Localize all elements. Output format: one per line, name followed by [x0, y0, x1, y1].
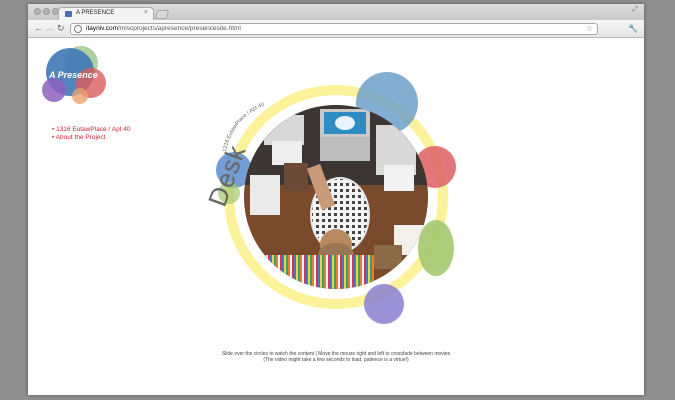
instructions-line-2: (The video might take a few seconds to l… [263, 357, 409, 363]
globe-icon [74, 25, 82, 33]
tab-bar: A PRESENCE × ⤢ [28, 4, 644, 20]
browser-toolbar: ← → ↻ itayniv.com/miscprojects/apresence… [28, 20, 644, 38]
page-content: A Presence • 1316 EutawPlace / Apt 40 • … [28, 38, 644, 395]
url-path: /miscprojects/apresence/presencesite.htm… [118, 25, 241, 32]
url-host: itayniv.com [86, 25, 119, 32]
video-stage: 1316 EutawPlace / Apt 40 Desk [202, 72, 468, 324]
project-nav: • 1316 EutawPlace / Apt 40 • About the P… [52, 126, 131, 142]
favicon-icon [65, 11, 72, 17]
tab-title: A PRESENCE [76, 10, 115, 16]
instructions: Slide over the circles to watch the cont… [28, 351, 644, 363]
tab-close-icon[interactable]: × [144, 9, 148, 17]
address-bar[interactable]: itayniv.com/miscprojects/apresence/prese… [70, 23, 598, 35]
logo-text: A Presence [49, 70, 98, 80]
nav-link-address[interactable]: • 1316 EutawPlace / Apt 40 [52, 126, 131, 134]
browser-tab[interactable]: A PRESENCE × [58, 7, 154, 20]
star-icon[interactable]: ☆ [586, 24, 593, 34]
back-button[interactable]: ← [34, 23, 43, 34]
forward-button[interactable]: → [45, 23, 54, 34]
presence-logo[interactable]: A Presence [42, 46, 114, 108]
browser-window: A PRESENCE × ⤢ ← → ↻ itayniv.com/miscpro… [28, 4, 644, 395]
video-circle-purple[interactable] [364, 284, 404, 324]
reload-button[interactable]: ↻ [57, 23, 65, 34]
fullscreen-icon[interactable]: ⤢ [632, 6, 638, 14]
new-tab-button[interactable] [154, 10, 170, 19]
nav-link-about[interactable]: • About the Project [52, 134, 131, 142]
logo-circle-purple [42, 78, 66, 102]
wrench-icon[interactable]: 🔧 [628, 23, 638, 34]
window-minimize-button[interactable] [43, 8, 50, 15]
url-text: itayniv.com/miscprojects/apresence/prese… [86, 25, 241, 32]
logo-circle-orange [72, 88, 88, 104]
window-close-button[interactable] [34, 8, 41, 15]
